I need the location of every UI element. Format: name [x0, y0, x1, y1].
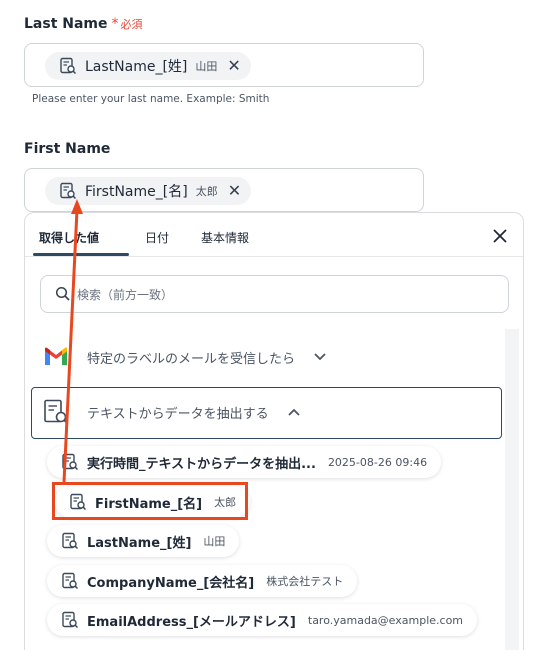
- annotation-arrow: [62, 199, 83, 483]
